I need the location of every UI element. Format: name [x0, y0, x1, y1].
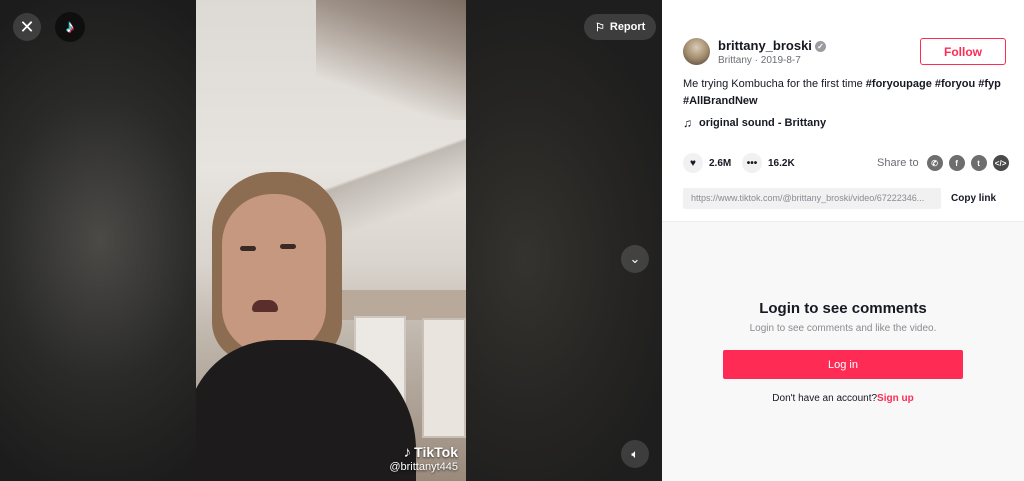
music-link[interactable]: ♫ original sound - Brittany: [683, 116, 826, 130]
caption-text: Me trying Kombucha for the first time: [683, 78, 866, 90]
hashtag-link[interactable]: #AllBrandNew: [683, 95, 758, 107]
watermark-brand-text: TikTok: [414, 444, 458, 460]
follow-button[interactable]: Follow: [920, 38, 1006, 65]
comment-icon[interactable]: •••: [742, 153, 762, 173]
video-scene-door: [422, 318, 466, 438]
volume-button[interactable]: 🔈︎: [621, 440, 649, 468]
details-panel: brittany_broski ✓ Brittany · 2019-8-7 Fol…: [662, 0, 1024, 481]
verified-badge-icon: ✓: [814, 41, 826, 52]
comment-stat[interactable]: ••• 16.2K: [742, 153, 795, 173]
video-person-eye: [280, 244, 296, 249]
heart-icon[interactable]: ♥: [683, 153, 703, 173]
video-link-field[interactable]: https://www.tiktok.com/@brittany_broski/…: [683, 188, 941, 209]
signup-row: Don't have an account?Sign up: [662, 393, 1024, 404]
whatsapp-icon[interactable]: ✆: [926, 155, 943, 171]
hashtag-link[interactable]: #foryoupage: [866, 78, 932, 90]
no-account-text: Don't have an account?: [772, 393, 878, 404]
close-button[interactable]: ✕: [13, 13, 41, 41]
report-label: Report: [609, 21, 646, 33]
chevron-down-icon: ⌄: [629, 251, 641, 266]
video-person-mouth: [252, 300, 278, 312]
share-row: Share to ✆ f t </>: [877, 155, 1009, 171]
hashtag-link[interactable]: #foryou: [935, 78, 975, 90]
hashtag-link[interactable]: #fyp: [978, 78, 1001, 90]
comments-login-title: Login to see comments: [759, 300, 927, 317]
post-caption: Me trying Kombucha for the first time #f…: [683, 76, 1003, 110]
report-button[interactable]: ⚐ Report: [584, 14, 657, 40]
facebook-icon[interactable]: f: [948, 155, 965, 171]
close-icon: ✕: [19, 17, 35, 37]
like-stat[interactable]: ♥ 2.6M: [683, 153, 731, 173]
speaker-icon: 🔈︎: [631, 446, 639, 461]
tiktok-note-icon: ♪: [403, 444, 412, 461]
flag-icon: ⚐: [595, 21, 605, 34]
video-stage: ♪ TikTok @brittanyt445 ✕ ♪ ⚐ Report ⌄ 🔈︎: [0, 0, 662, 481]
blurred-background-right: [465, 0, 662, 481]
author-display-name: Brittany: [718, 55, 752, 66]
video-person-eye: [240, 246, 256, 251]
comment-count: 16.2K: [768, 157, 795, 169]
author-username[interactable]: brittany_broski: [718, 38, 812, 53]
music-title[interactable]: original sound - Brittany: [699, 117, 826, 129]
watermark-brand: ♪ TikTok: [389, 444, 458, 461]
like-count: 2.6M: [709, 157, 732, 169]
comments-login-subtitle: Login to see comments and like the video…: [749, 323, 937, 334]
twitter-icon[interactable]: t: [970, 155, 987, 171]
login-button[interactable]: Log in: [723, 350, 963, 379]
author-username-row[interactable]: brittany_broski ✓: [718, 38, 826, 53]
post-date: 2019-8-7: [760, 55, 801, 66]
comments-area: Login to see comments Login to see comme…: [662, 221, 1024, 481]
signup-link[interactable]: Sign up: [877, 393, 914, 404]
watermark-username: @brittanyt445: [389, 461, 458, 473]
tiktok-logo-icon[interactable]: ♪: [55, 12, 85, 42]
music-note-icon: ♫: [683, 116, 692, 130]
copy-link-button[interactable]: Copy link: [951, 193, 996, 204]
embed-icon[interactable]: </>: [992, 155, 1009, 171]
avatar[interactable]: [683, 38, 710, 65]
tiktok-watermark: ♪ TikTok @brittanyt445: [389, 444, 458, 473]
next-video-button[interactable]: ⌄: [621, 245, 649, 273]
author-subline: Brittany · 2019-8-7: [718, 55, 801, 66]
share-label: Share to: [877, 157, 919, 169]
video-person-face: [222, 194, 326, 354]
video-player[interactable]: ♪ TikTok @brittanyt445: [196, 0, 466, 481]
logo-glyph: ♪: [65, 17, 75, 36]
